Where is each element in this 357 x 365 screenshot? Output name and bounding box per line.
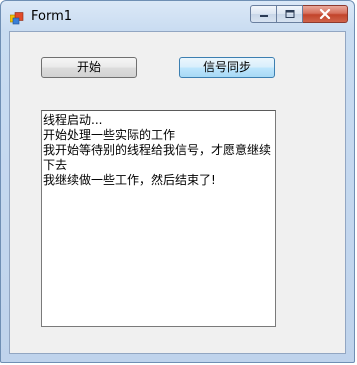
- start-button[interactable]: 开始: [41, 57, 137, 78]
- signal-sync-button[interactable]: 信号同步: [179, 57, 275, 78]
- title-bar[interactable]: Form1: [1, 1, 354, 31]
- winforms-app-icon: [9, 10, 24, 25]
- minimize-icon: [259, 15, 268, 17]
- log-textbox[interactable]: 线程启动... 开始处理一些实际的工作 我开始等待别的线程给我信号，才愿意继续下…: [41, 110, 276, 327]
- close-icon: [319, 9, 331, 19]
- log-line: 开始处理一些实际的工作: [43, 128, 176, 142]
- app-window: Form1 开始 信号同步 线程启动... 开始处理一些实际的工作 我开始等待别…: [0, 0, 355, 363]
- log-line: 我继续做一些工作，然后结束了!: [43, 173, 216, 187]
- window-title: Form1: [31, 9, 73, 24]
- log-line: 我开始等待别的线程给我信号，才愿意继续下去: [43, 143, 272, 172]
- close-button[interactable]: [303, 5, 348, 23]
- minimize-button[interactable]: [250, 5, 277, 23]
- form-client-area: 开始 信号同步 线程启动... 开始处理一些实际的工作 我开始等待别的线程给我信…: [9, 31, 346, 354]
- maximize-button[interactable]: [277, 5, 303, 23]
- maximize-icon: [285, 10, 294, 18]
- caption-buttons: [250, 5, 348, 24]
- log-line: 线程启动...: [43, 113, 103, 127]
